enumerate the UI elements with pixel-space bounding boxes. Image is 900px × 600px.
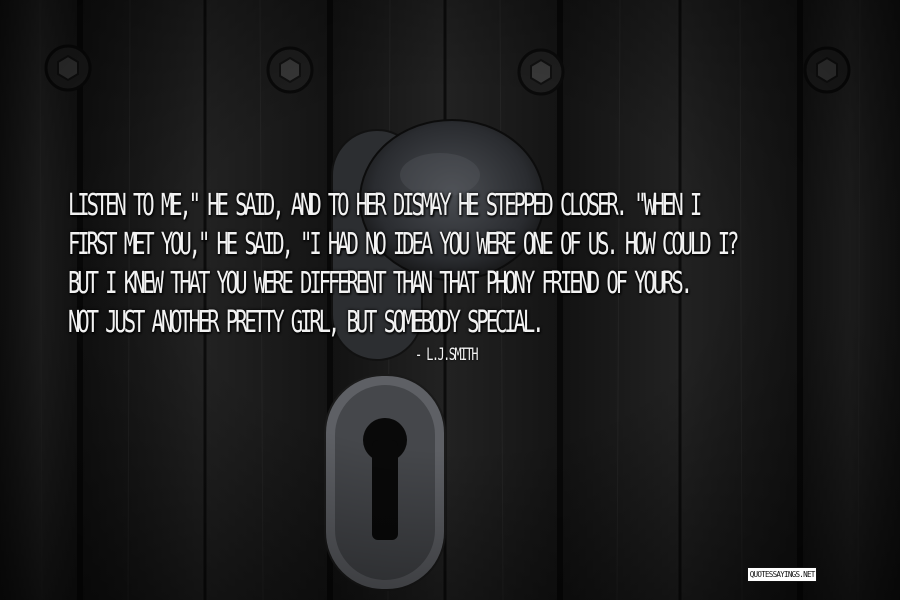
quote-line: LISTEN TO ME," HE SAID, AND TO HER DISMA… bbox=[68, 186, 702, 223]
quote-line: NOT JUST ANOTHER PRETTY GIRL, BUT SOMEBO… bbox=[68, 303, 545, 340]
quote-image: LISTEN TO ME," HE SAID, AND TO HER DISMA… bbox=[0, 0, 900, 600]
quote-author: - L.J.SMITH bbox=[415, 345, 479, 365]
quote-line: FIRST MET YOU," HE SAID, "I HAD NO IDEA … bbox=[68, 225, 739, 262]
watermark: QUOTESSAYINGS.NET bbox=[747, 567, 817, 582]
quote-text: LISTEN TO ME," HE SAID, AND TO HER DISMA… bbox=[0, 0, 900, 600]
quote-line: BUT I KNEW THAT YOU WERE DIFFERENT THAN … bbox=[68, 264, 693, 301]
watermark-text: QUOTESSAYINGS.NET bbox=[749, 570, 816, 579]
